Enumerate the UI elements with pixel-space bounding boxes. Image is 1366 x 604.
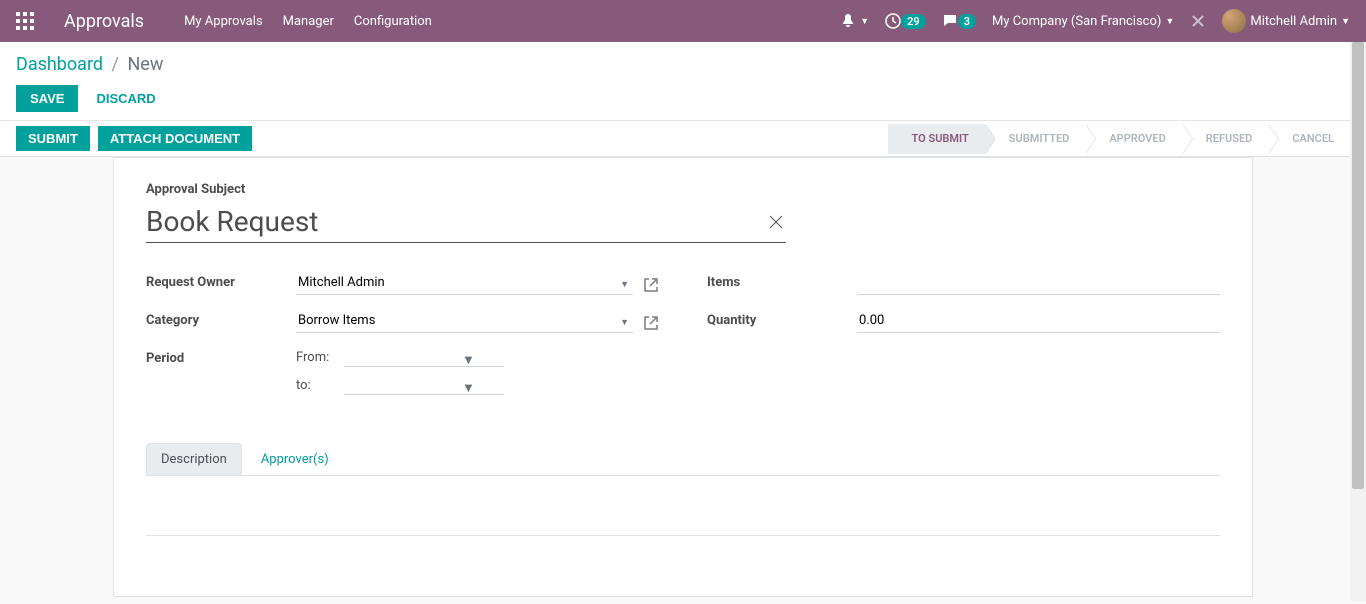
tab-description[interactable]: Description (146, 443, 242, 475)
status-submitted[interactable]: Submitted (985, 124, 1086, 154)
quantity-field (857, 309, 1220, 333)
request-owner-row: Request Owner ▼ (146, 271, 659, 297)
activities-badge: 29 (901, 14, 926, 29)
subject-row (146, 201, 786, 243)
external-link-icon[interactable] (643, 315, 659, 331)
company-switcher[interactable]: My Company (San Francisco) ▼ (992, 14, 1174, 29)
period-to-label: to: (296, 378, 336, 393)
external-link-icon[interactable] (643, 277, 659, 293)
chat-icon (942, 13, 958, 29)
breadcrumb-current: New (127, 54, 163, 75)
status-cancel[interactable]: Cancel (1268, 124, 1350, 154)
save-button[interactable]: Save (16, 85, 78, 112)
period-row: Period From: ▼ to: (146, 347, 659, 395)
category-row: Category ▼ (146, 309, 659, 335)
tab-approvers[interactable]: Approver(s) (246, 443, 344, 475)
period-label: Period (146, 347, 296, 366)
period-from-input[interactable] (344, 347, 504, 367)
quantity-input[interactable] (857, 309, 1220, 333)
quantity-label: Quantity (707, 309, 857, 328)
clock-icon (885, 13, 901, 29)
category-field: ▼ (296, 309, 633, 333)
menu-my-approvals[interactable]: My Approvals (184, 14, 263, 29)
form-view: Approval Subject Request Owner ▼ Categor… (0, 157, 1366, 604)
items-field (857, 271, 1220, 295)
caret-down-icon: ▼ (1165, 16, 1174, 27)
items-label: Items (707, 271, 857, 290)
menu-configuration[interactable]: Configuration (354, 14, 432, 29)
request-owner-input[interactable] (296, 271, 633, 295)
navbar-right: ▼ 29 3 My Company (San Francisco) ▼ Mitc… (840, 9, 1350, 33)
apps-icon[interactable] (16, 12, 34, 30)
submit-button[interactable]: Submit (16, 126, 90, 151)
status-to-submit[interactable]: To Submit (888, 124, 985, 154)
form-sheet: Approval Subject Request Owner ▼ Categor… (113, 157, 1253, 597)
top-navbar: Approvals My Approvals Manager Configura… (0, 0, 1366, 42)
period-field: From: ▼ to: ▼ (296, 347, 659, 395)
menu-manager[interactable]: Manager (283, 14, 334, 29)
status-bar: Submit Attach Document To Submit Submitt… (0, 121, 1366, 157)
caret-down-icon: ▼ (860, 16, 869, 27)
activities-button[interactable]: 29 (885, 13, 926, 29)
tab-content (146, 476, 1220, 536)
category-input[interactable] (296, 309, 633, 333)
scrollbar[interactable] (1350, 42, 1366, 601)
status-steps: To Submit Submitted Approved Refused Can… (888, 121, 1350, 156)
control-panel: Dashboard / New Save Discard (0, 42, 1366, 121)
clear-icon[interactable] (766, 212, 786, 232)
period-from-line: From: ▼ (296, 347, 659, 367)
breadcrumb-dashboard[interactable]: Dashboard (16, 54, 103, 75)
items-row: Items (707, 271, 1220, 297)
form-columns: Request Owner ▼ Category ▼ P (146, 271, 1220, 407)
debug-icon[interactable] (1190, 13, 1206, 29)
company-name: My Company (San Francisco) (992, 14, 1161, 29)
app-title: Approvals (64, 11, 144, 32)
period-to-line: to: ▼ (296, 375, 659, 395)
form-buttons: Save Discard (16, 85, 1350, 112)
caret-down-icon: ▼ (1341, 16, 1350, 27)
discard-button[interactable]: Discard (86, 85, 165, 112)
request-owner-label: Request Owner (146, 271, 296, 290)
avatar (1222, 9, 1246, 33)
status-refused[interactable]: Refused (1182, 124, 1269, 154)
quantity-row: Quantity (707, 309, 1220, 335)
period-to-input[interactable] (344, 375, 504, 395)
category-label: Category (146, 309, 296, 328)
breadcrumb-separator: / (112, 54, 119, 75)
messages-button[interactable]: 3 (942, 13, 976, 29)
user-name: Mitchell Admin (1250, 14, 1337, 29)
right-column: Items Quantity (707, 271, 1220, 407)
header-actions: Submit Attach Document (16, 126, 252, 151)
left-column: Request Owner ▼ Category ▼ P (146, 271, 659, 407)
subject-input[interactable] (146, 201, 754, 242)
scrollbar-thumb[interactable] (1352, 42, 1364, 489)
notifications-dropdown[interactable]: ▼ (840, 13, 869, 29)
subject-label: Approval Subject (146, 182, 1220, 197)
messages-badge: 3 (958, 14, 976, 29)
main-menu: My Approvals Manager Configuration (184, 14, 840, 29)
request-owner-field: ▼ (296, 271, 633, 295)
notebook-tabs: Description Approver(s) (146, 443, 1220, 476)
items-input[interactable] (857, 271, 1220, 295)
user-menu[interactable]: Mitchell Admin ▼ (1222, 9, 1350, 33)
breadcrumb: Dashboard / New (16, 54, 1350, 75)
bell-icon (840, 13, 856, 29)
attach-document-button[interactable]: Attach Document (98, 126, 252, 151)
status-approved[interactable]: Approved (1085, 124, 1181, 154)
period-from-label: From: (296, 350, 336, 365)
